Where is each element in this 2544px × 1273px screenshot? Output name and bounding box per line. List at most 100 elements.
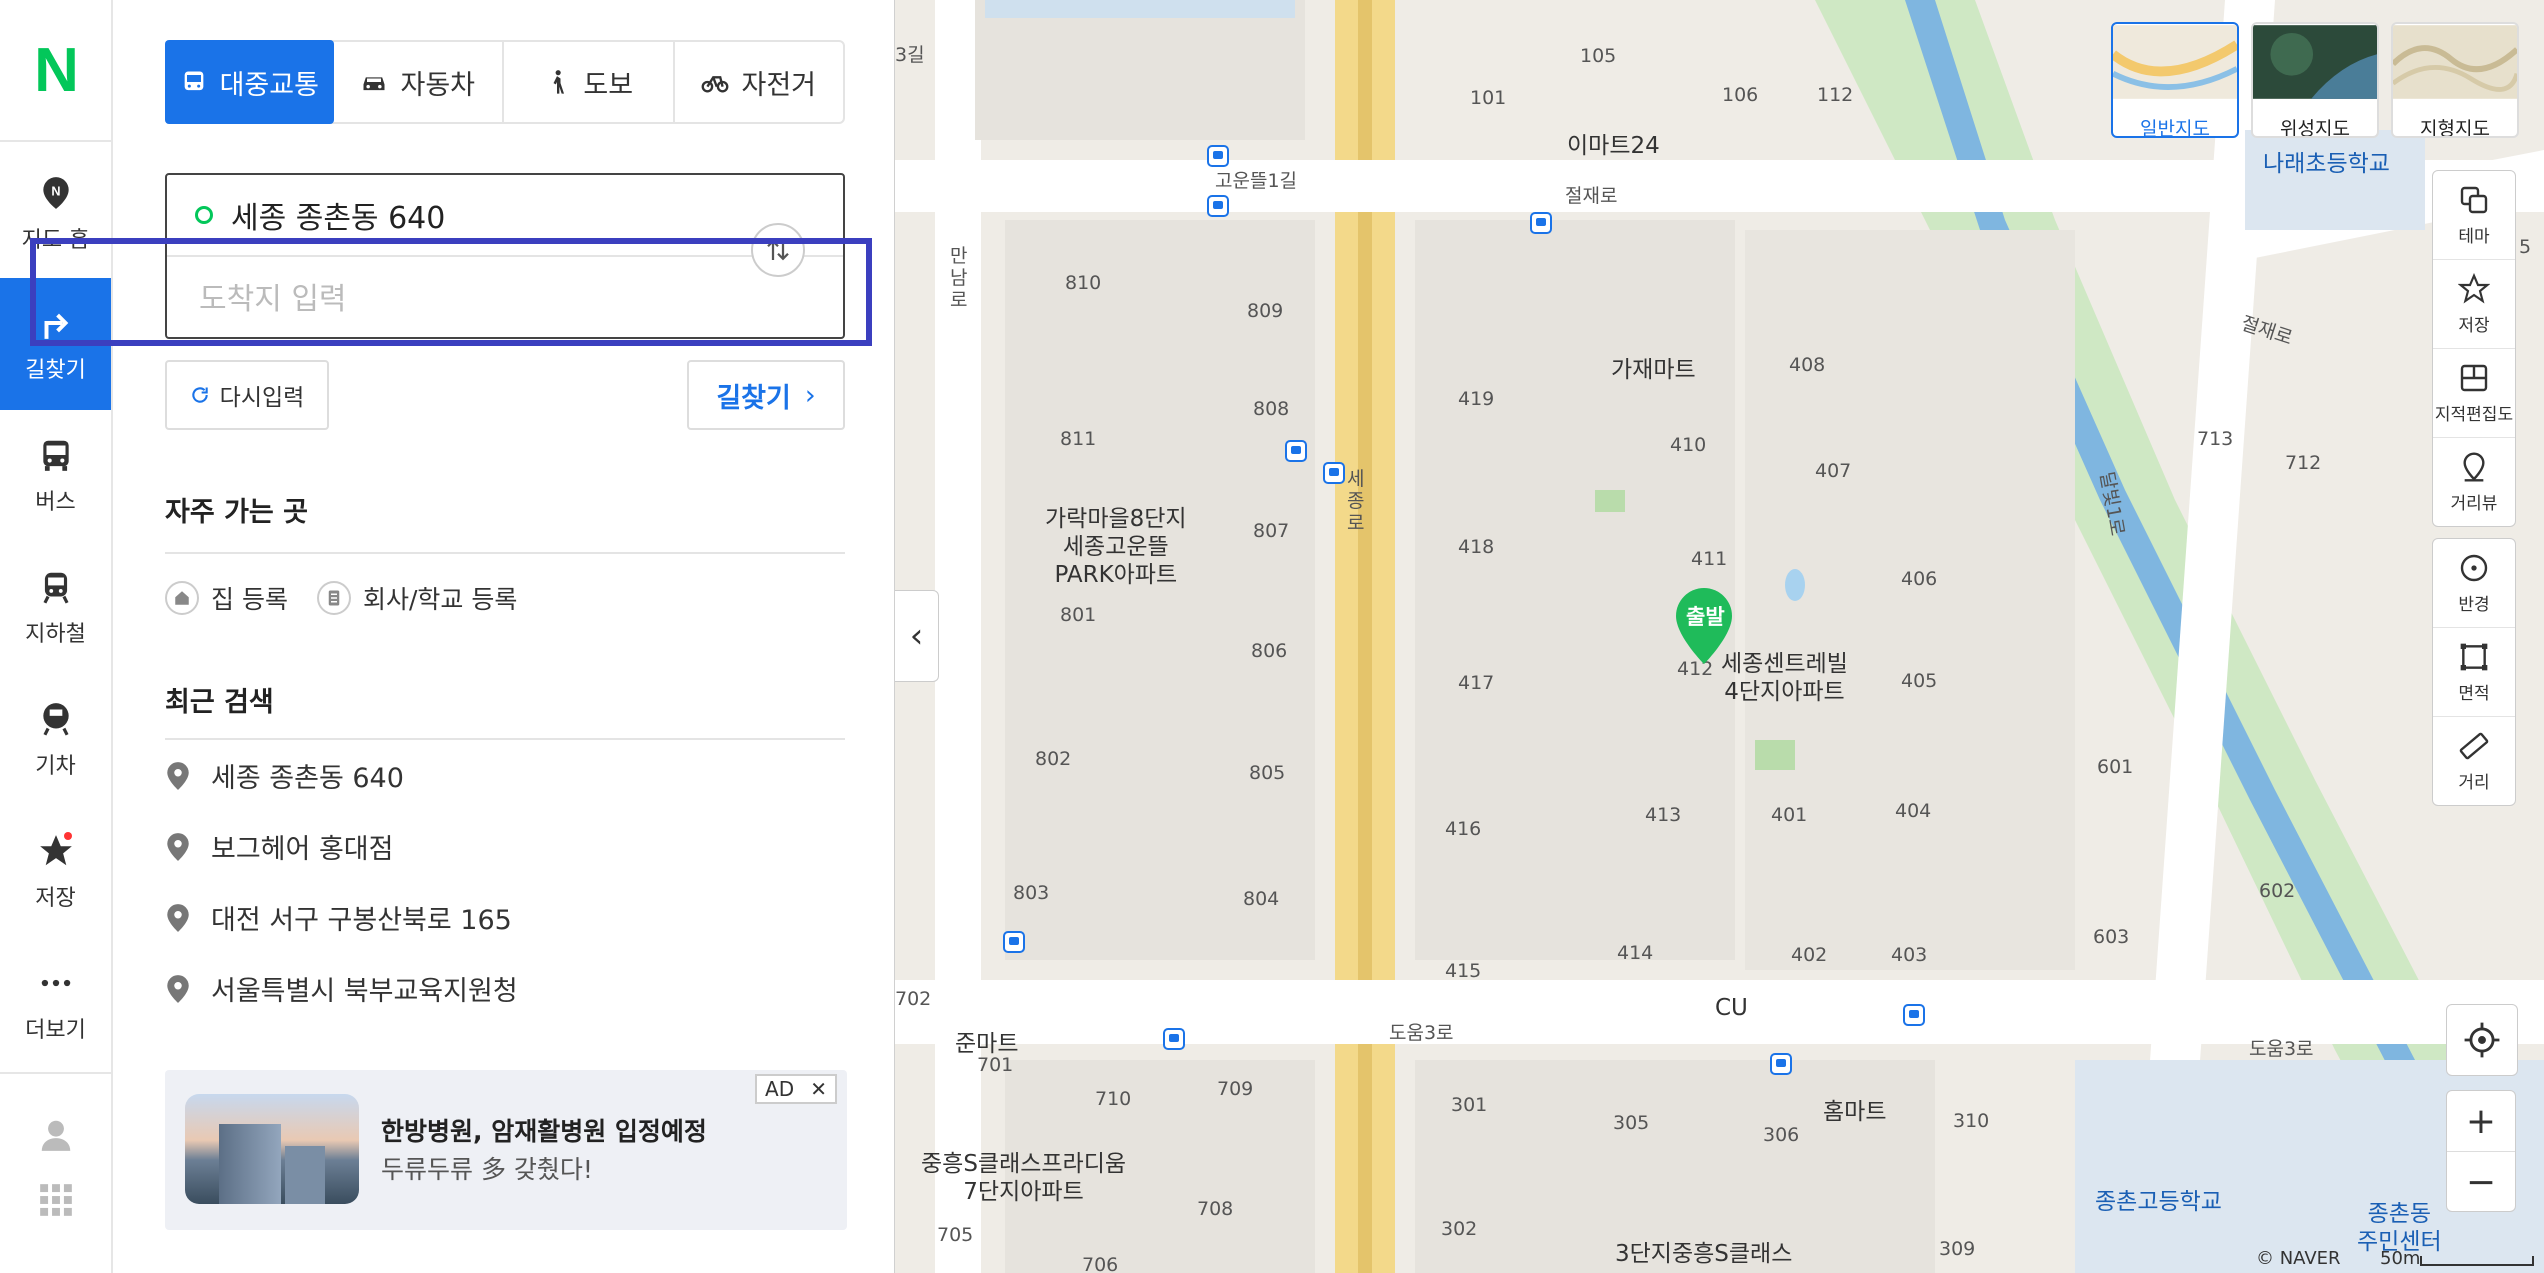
map-label: 804 (1243, 888, 1280, 910)
directions-arrow-icon (44, 313, 68, 339)
bus-stop-icon[interactable] (1207, 145, 1229, 167)
bus-stop-icon[interactable] (1163, 1028, 1185, 1050)
recent-item-label: 세종 종촌동 640 (211, 763, 404, 794)
tool-streetview[interactable]: 거리뷰 (2433, 438, 2515, 526)
tool-distance[interactable]: 거리 (2433, 717, 2515, 805)
map-label: 705 (937, 1224, 974, 1246)
home-register-label: 집 등록 (211, 585, 288, 614)
tool-area[interactable]: 면적 (2433, 628, 2515, 717)
theme-icon (2460, 186, 2488, 213)
tab-label: 자전거 (741, 69, 817, 101)
map-label: 403 (1891, 944, 1928, 966)
nav-train[interactable]: 기차 (0, 674, 111, 806)
map-poi-label[interactable]: 3단지중흥S클래스 (1615, 1240, 1792, 1268)
divider (165, 552, 845, 554)
map-poi-label[interactable]: 가락마을8단지 세종고운뜰 PARK아파트 (1045, 505, 1187, 589)
layer-satellite[interactable]: 위성지도 (2251, 22, 2379, 138)
tool-cadastral[interactable]: 지적편집도 (2433, 349, 2515, 438)
map-poi-label[interactable]: 종촌고등학교 (2095, 1188, 2222, 1216)
tool-label: 거리 (2458, 772, 2490, 793)
ad-close-icon[interactable]: ✕ (810, 1077, 827, 1101)
location-pin-icon (167, 974, 189, 1003)
nav-label: 지하철 (25, 622, 86, 647)
map-poi-label[interactable]: 이마트24 (1567, 132, 1660, 160)
nav-directions[interactable]: 길찾기 (0, 278, 111, 410)
map-label: 301 (1451, 1094, 1488, 1116)
nav-saved[interactable]: 저장 (0, 806, 111, 938)
map-label: 713 (2197, 428, 2234, 450)
map-tools-measure: 반경 면적 거리 (2432, 538, 2516, 806)
map-label: 401 (1771, 804, 1808, 826)
work-register[interactable]: 회사/학교 등록 (317, 580, 517, 616)
nav-label: 길찾기 (25, 358, 86, 383)
find-route-button[interactable]: 길찾기 › (687, 360, 845, 430)
map-poi-label[interactable]: 세종센트레빌 4단지아파트 (1721, 650, 1848, 706)
apps-grid[interactable] (0, 1170, 111, 1240)
ad-banner[interactable]: 한방병원, 암재활병원 입정예정 두류두류 多 갖췄다! AD ✕ (165, 1070, 847, 1230)
bus-stop-icon[interactable] (1003, 931, 1025, 953)
tab-walk[interactable]: 도보 (504, 42, 675, 122)
map-label: 416 (1445, 818, 1482, 840)
naver-logo[interactable]: N (0, 0, 113, 140)
map-poi-label[interactable]: CU (1715, 994, 1748, 1022)
crosshair-icon (2464, 1022, 2500, 1058)
ad-badge[interactable]: AD ✕ (755, 1074, 837, 1104)
recent-item[interactable]: 대전 서구 구봉산북로 165 (165, 898, 512, 937)
tab-transit[interactable]: 대중교통 (165, 40, 334, 124)
swap-button[interactable] (751, 223, 805, 277)
tool-save[interactable]: 저장 (2433, 260, 2515, 349)
nav-more[interactable]: 더보기 (0, 938, 111, 1070)
collapse-panel-button[interactable]: ‹ (895, 590, 939, 682)
location-pin-icon (167, 903, 189, 932)
tab-label: 대중교통 (219, 69, 319, 101)
bus-stop-icon[interactable] (1530, 212, 1552, 234)
recent-item[interactable]: 보그헤어 홍대점 (165, 827, 393, 866)
map-label: 701 (977, 1054, 1014, 1076)
tool-theme[interactable]: 테마 (2433, 171, 2515, 260)
ad-title: 한방병원, 암재활병원 입정예정 (381, 1117, 707, 1146)
user-account[interactable] (0, 1100, 111, 1180)
zoom-out-button[interactable]: − (2447, 1152, 2515, 1212)
refresh-icon (191, 387, 208, 403)
cadastral-icon (2460, 364, 2488, 391)
bus-stop-icon[interactable] (1207, 195, 1229, 217)
tab-car[interactable]: 자동차 (334, 42, 504, 122)
tool-label: 테마 (2458, 226, 2490, 247)
zoom-in-button[interactable]: + (2447, 1091, 2515, 1152)
destination-input[interactable] (167, 259, 843, 339)
nav-bus[interactable]: 버스 (0, 410, 111, 542)
map-poi-label[interactable]: 홈마트 (1823, 1098, 1886, 1126)
map-canvas[interactable]: 3길 105 101 106 112 이마트24 나래초등학교 고운뜰1길 절재… (895, 0, 2544, 1273)
tool-label: 거리뷰 (2450, 493, 2498, 514)
map-poi-label[interactable]: 나래초등학교 (2263, 150, 2390, 178)
bus-stop-icon[interactable] (1770, 1053, 1792, 1075)
recent-item[interactable]: 세종 종촌동 640 (165, 756, 404, 795)
tool-radius[interactable]: 반경 (2433, 539, 2515, 628)
subway-icon (43, 572, 68, 604)
recent-item-label: 서울특별시 북부교육지원청 (211, 976, 518, 1007)
current-location-button[interactable] (2446, 1004, 2518, 1076)
nav-map-home[interactable]: N 지도 홈 (0, 148, 111, 280)
find-route-label: 길찾기 (716, 382, 791, 414)
map-label: 803 (1013, 882, 1050, 904)
layer-normal[interactable]: 일반지도 (2111, 22, 2239, 138)
map-poi-label[interactable]: 가재마트 (1611, 356, 1696, 384)
reset-button[interactable]: 다시입력 (165, 360, 329, 430)
home-register[interactable]: 집 등록 (165, 580, 288, 616)
start-field[interactable]: 세종 종촌동 640 (167, 175, 843, 257)
map-pin-n-icon: N (42, 177, 69, 209)
tab-bike[interactable]: 자전거 (675, 42, 844, 122)
bus-stop-icon[interactable] (1323, 462, 1345, 484)
nav-divider (0, 1072, 111, 1074)
map-label: 404 (1895, 800, 1932, 822)
layer-terrain[interactable]: 지형지도 (2391, 22, 2519, 138)
swap-arrows-icon (767, 239, 789, 261)
bus-stop-icon[interactable] (1903, 1004, 1925, 1026)
map-road-label: 도움3로 (2249, 1038, 2314, 1060)
bus-stop-icon[interactable] (1285, 440, 1307, 462)
home-icon (165, 581, 199, 615)
map-poi-label[interactable]: 중흥S클래스프라디움 7단지아파트 (921, 1150, 1126, 1206)
recent-item[interactable]: 서울특별시 북부교육지원청 (165, 969, 518, 1008)
map-label: 712 (2285, 452, 2322, 474)
nav-subway[interactable]: 지하철 (0, 542, 111, 674)
